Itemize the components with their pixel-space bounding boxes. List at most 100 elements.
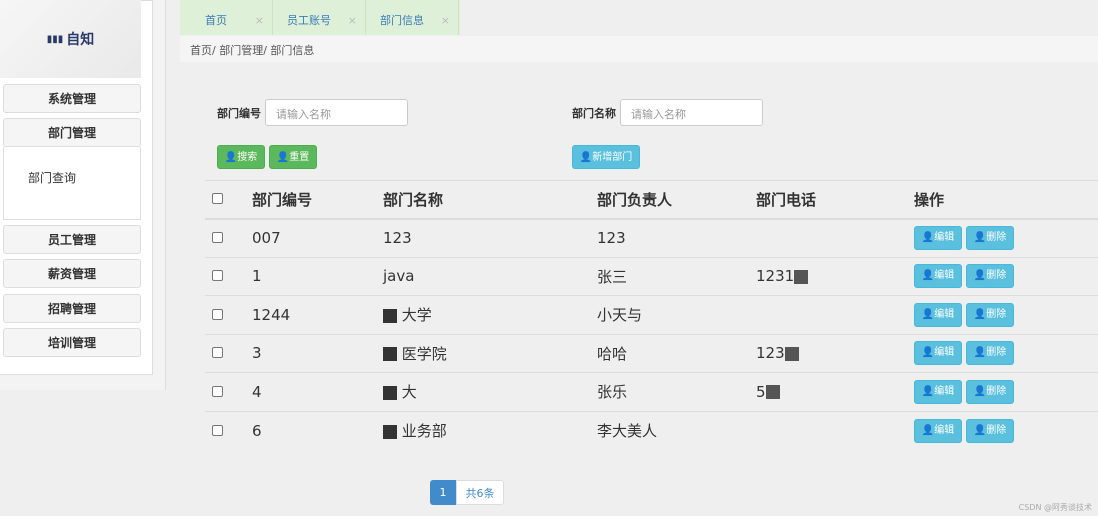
edit-button[interactable]: 👤编辑 <box>914 418 962 443</box>
delete-button[interactable]: 👤删除 <box>966 341 1014 366</box>
delete-button[interactable]: 👤删除 <box>966 226 1014 250</box>
delete-button[interactable]: 👤删除 <box>966 379 1014 404</box>
close-icon[interactable]: × <box>255 14 264 28</box>
tab-bar: 首页 × 员工账号 × 部门信息 × <box>180 0 460 35</box>
user-icon: 👤 <box>973 308 987 320</box>
table-row: 1 java 张三 1231 👤编辑 👤删除 <box>205 256 1098 296</box>
redaction <box>383 385 397 400</box>
tab-home[interactable]: 首页 × <box>180 0 273 35</box>
delete-button[interactable]: 👤删除 <box>966 264 1014 289</box>
sidebar-item-training[interactable]: 培训管理 <box>3 328 141 357</box>
cell-phone: 1231 <box>756 256 914 296</box>
sidebar-subitem-dept-query[interactable]: 部门查询 <box>28 169 76 186</box>
cell-dept-name: 业务部 <box>383 410 597 450</box>
close-icon[interactable]: × <box>348 14 357 28</box>
dept-no-label: 部门编号 <box>217 107 261 120</box>
table-row: 007 123 123 👤编辑 👤删除 <box>205 218 1098 257</box>
col-actions: 操作 <box>914 180 1098 220</box>
cell-dept-name: 医学院 <box>383 333 597 373</box>
user-icon: 👤 <box>973 232 987 243</box>
breadcrumb: 首页/ 部门管理/ 部门信息 <box>180 36 1098 62</box>
edit-button[interactable]: 👤编辑 <box>914 264 962 289</box>
delete-button[interactable]: 👤删除 <box>966 302 1014 327</box>
row-checkbox[interactable] <box>212 424 223 436</box>
redaction <box>383 347 397 362</box>
dept-name-label: 部门名称 <box>572 107 616 120</box>
total-count: 共6条 <box>456 480 504 505</box>
edit-button[interactable]: 👤编辑 <box>914 226 962 250</box>
cell-phone: 5 <box>756 372 914 411</box>
cell-dept-name: 大 <box>383 372 597 411</box>
table-row: 4 大 张乐 5 👤编辑 👤删除 <box>205 372 1098 411</box>
user-icon: 👤 <box>973 385 987 397</box>
user-icon: 👤 <box>973 347 987 359</box>
department-table: 部门编号 部门名称 部门负责人 部门电话 操作 007 123 123 👤编辑 👤… <box>205 180 1098 450</box>
cell-actions: 👤编辑 👤删除 <box>914 295 1098 334</box>
user-icon: 👤 <box>276 152 290 163</box>
pagination: 1 共6条 <box>430 480 504 505</box>
row-checkbox[interactable] <box>212 308 223 320</box>
redaction <box>784 346 799 361</box>
reset-button[interactable]: 👤重置 <box>269 145 317 169</box>
page-1[interactable]: 1 <box>430 480 456 505</box>
sidebar-item-salary[interactable]: 薪资管理 <box>3 259 141 288</box>
cell-phone <box>756 410 914 450</box>
cell-leader: 小天与 <box>597 295 756 334</box>
sidebar: ▮▮▮ 自知 系统管理 部门管理 部门查询 员工管理 薪资管理 招聘管理 培训管理 <box>0 0 166 390</box>
cell-actions: 👤编辑 👤删除 <box>914 218 1098 257</box>
cell-actions: 👤编辑 👤删除 <box>914 410 1098 450</box>
redaction <box>794 269 809 284</box>
sidebar-item-recruit[interactable]: 招聘管理 <box>3 294 141 323</box>
row-checkbox[interactable] <box>212 232 223 243</box>
cell-dept-no: 1244 <box>252 295 383 334</box>
tab-department-info[interactable]: 部门信息 × <box>366 0 459 35</box>
cell-actions: 👤编辑 👤删除 <box>914 372 1098 411</box>
sidebar-item-system[interactable]: 系统管理 <box>3 84 141 113</box>
user-icon: 👤 <box>921 347 935 359</box>
cell-phone: 123 <box>756 333 914 373</box>
table-row: 6 业务部 李大美人 👤编辑 👤删除 <box>205 410 1098 450</box>
delete-button[interactable]: 👤删除 <box>966 418 1014 443</box>
row-checkbox[interactable] <box>212 270 223 282</box>
cell-actions: 👤编辑 👤删除 <box>914 333 1098 373</box>
table-row: 1244 大学 小天与 👤编辑 👤删除 <box>205 295 1098 334</box>
cell-dept-no: 4 <box>252 372 383 411</box>
user-icon: 👤 <box>224 152 238 163</box>
close-icon[interactable]: × <box>441 14 450 28</box>
sidebar-item-employee[interactable]: 员工管理 <box>3 225 141 254</box>
row-checkbox[interactable] <box>212 347 223 359</box>
user-icon: 👤 <box>921 424 935 436</box>
tab-employee-account[interactable]: 员工账号 × <box>273 0 366 35</box>
edit-button[interactable]: 👤编辑 <box>914 341 962 366</box>
add-department-button[interactable]: 👤新增部门 <box>572 145 640 169</box>
redaction <box>383 308 397 323</box>
sidebar-item-department[interactable]: 部门管理 <box>3 118 141 147</box>
logo: ▮▮▮ 自知 <box>0 0 141 78</box>
row-checkbox[interactable] <box>212 385 223 397</box>
cell-dept-no: 6 <box>252 410 383 450</box>
logo-icon: ▮▮▮ <box>46 33 64 45</box>
col-leader: 部门负责人 <box>597 180 756 220</box>
edit-button[interactable]: 👤编辑 <box>914 302 962 327</box>
user-icon: 👤 <box>921 270 935 282</box>
user-icon: 👤 <box>579 152 593 163</box>
cell-leader: 哈哈 <box>597 333 756 373</box>
select-all-checkbox[interactable] <box>212 193 223 205</box>
col-dept-no: 部门编号 <box>252 180 383 220</box>
search-button[interactable]: 👤搜索 <box>217 145 265 169</box>
user-icon: 👤 <box>973 424 987 436</box>
cell-dept-no: 3 <box>252 333 383 373</box>
user-icon: 👤 <box>921 232 935 243</box>
cell-phone <box>756 295 914 334</box>
edit-button[interactable]: 👤编辑 <box>914 379 962 404</box>
dept-no-input[interactable]: 请输入名称 <box>265 99 408 126</box>
col-dept-name: 部门名称 <box>383 180 597 220</box>
cell-leader: 123 <box>597 218 756 257</box>
cell-leader: 张乐 <box>597 372 756 411</box>
cell-dept-name: 123 <box>383 218 597 257</box>
sidebar-submenu: 部门查询 <box>3 147 141 220</box>
cell-dept-name: java <box>383 256 597 296</box>
dept-name-input[interactable]: 请输入名称 <box>620 99 763 126</box>
cell-leader: 李大美人 <box>597 410 756 450</box>
cell-dept-name: 大学 <box>383 295 597 334</box>
